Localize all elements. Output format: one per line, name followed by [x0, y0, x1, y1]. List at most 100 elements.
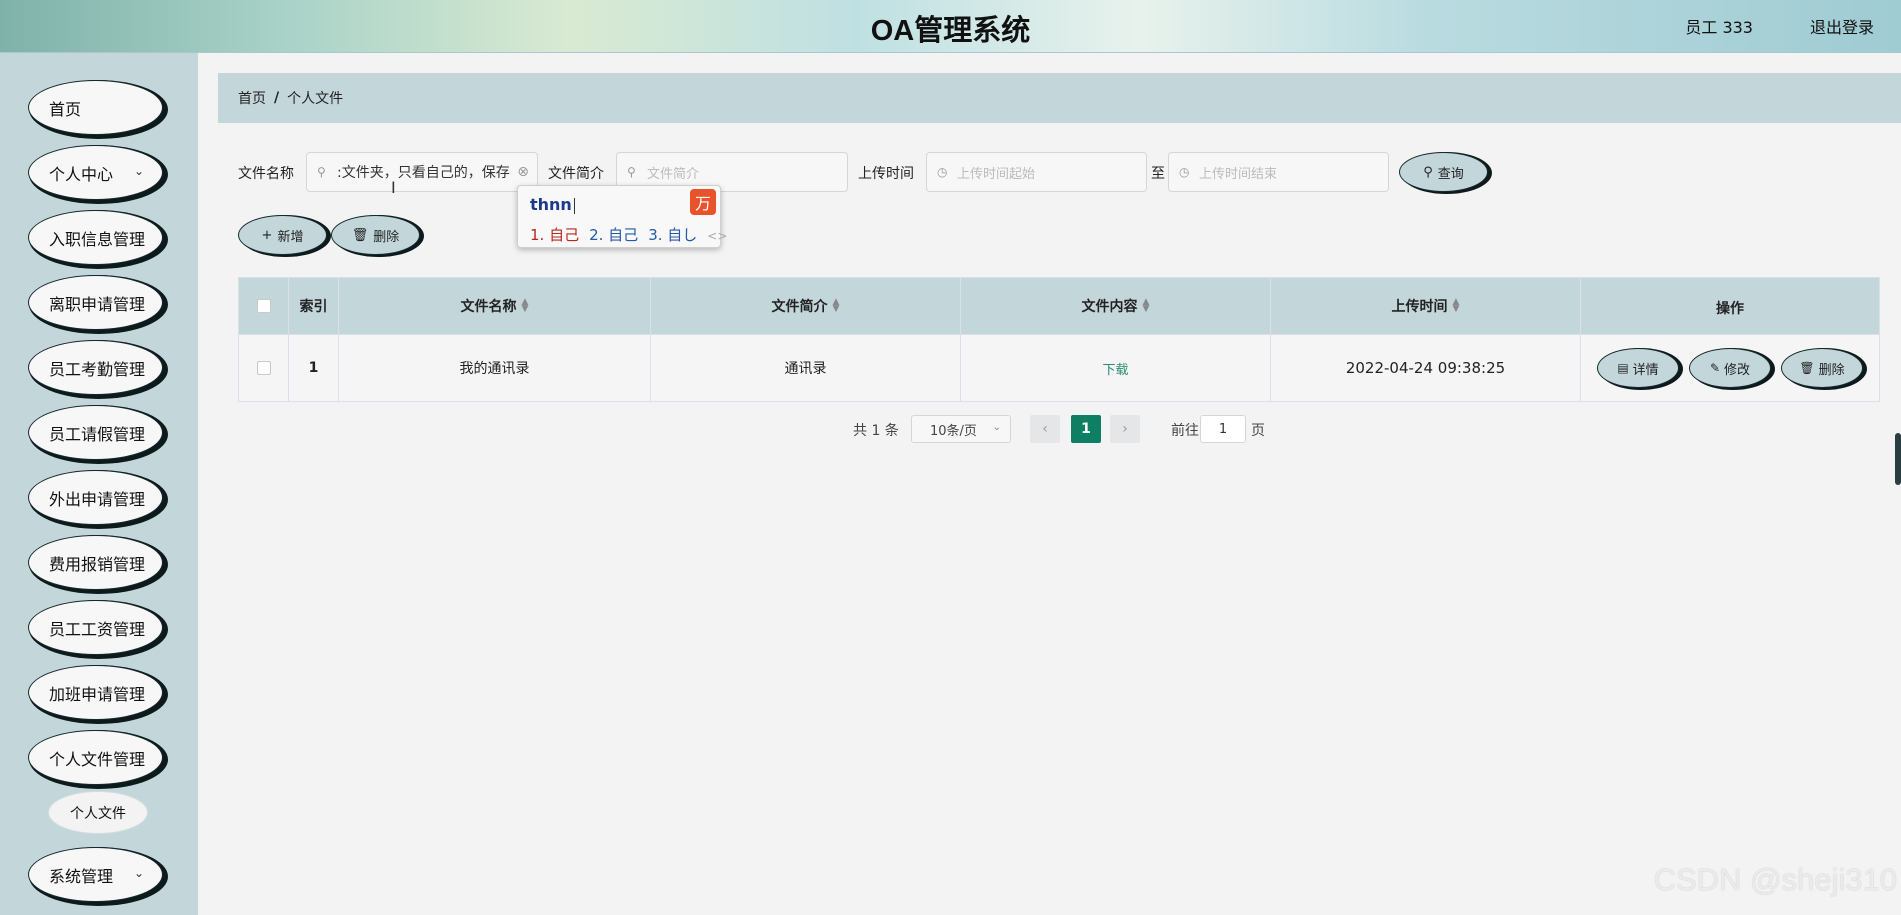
- next-page-button[interactable]: ›: [1110, 415, 1140, 443]
- col-header-label: 操作: [1716, 301, 1744, 317]
- table-header: 索引 文件名称 ▲ ▼ 文件简介 ▲ ▼ 文件内容 ▲ ▼ 上传时间 ▲ ▼ 操作: [239, 278, 1879, 334]
- file-name-label: 文件名称: [238, 166, 294, 182]
- sidebar-item-personal-center[interactable]: 个人中心 ⌄: [28, 145, 163, 200]
- edit-button[interactable]: ✎ 修改: [1689, 348, 1771, 388]
- row-delete-button[interactable]: 🗑 删除: [1781, 348, 1863, 388]
- sidebar-item-expense[interactable]: 费用报销管理: [28, 535, 163, 590]
- cell-actions: ▤ 详情 ✎ 修改 🗑 删除: [1581, 335, 1879, 401]
- clock-icon: ◷: [1179, 165, 1190, 179]
- sort-icon[interactable]: ▲ ▼: [522, 298, 529, 314]
- upload-time-end-placeholder: 上传时间结束: [1199, 166, 1278, 182]
- query-button[interactable]: ⚲ 查询: [1399, 152, 1488, 192]
- col-header-file-content[interactable]: 文件内容 ▲ ▼: [961, 278, 1271, 334]
- col-header-file-name[interactable]: 文件名称 ▲ ▼: [339, 278, 651, 334]
- cell-file-intro: 通讯录: [651, 335, 961, 401]
- detail-button[interactable]: ▤ 详情: [1597, 348, 1679, 388]
- page-word-label: 页: [1251, 423, 1265, 439]
- breadcrumb-current: 个人文件: [287, 91, 344, 107]
- col-header-label: 上传时间: [1391, 299, 1448, 315]
- row-checkbox[interactable]: [256, 361, 271, 375]
- col-header-file-intro[interactable]: 文件简介 ▲ ▼: [651, 278, 961, 334]
- row-delete-button-label: 删除: [1818, 362, 1845, 378]
- sidebar-item-outing[interactable]: 外出申请管理: [28, 470, 163, 525]
- clear-icon[interactable]: ⊗: [517, 164, 529, 180]
- sidebar-item-home[interactable]: 首页: [28, 80, 163, 135]
- file-name-input[interactable]: ⚲ :文件夹，只看自己的，保存 ⊗: [306, 152, 538, 192]
- row-select-cell: [239, 335, 289, 401]
- download-link[interactable]: 下载: [1102, 359, 1128, 378]
- app-title: OA管理系统: [870, 15, 1031, 47]
- sidebar-item-label: 个人文件管理: [49, 749, 146, 769]
- ime-candidate[interactable]: 1. 自己: [530, 226, 579, 244]
- breadcrumb-home[interactable]: 首页: [238, 88, 266, 108]
- upload-time-end-input[interactable]: ◷ 上传时间结束: [1168, 152, 1389, 192]
- current-user: 员工 333: [1685, 18, 1753, 37]
- chevron-down-icon: ⌄: [992, 422, 1001, 433]
- col-header-upload-time[interactable]: 上传时间 ▲ ▼: [1271, 278, 1581, 334]
- logout-link[interactable]: 退出登录: [1810, 14, 1874, 38]
- batch-delete-button[interactable]: 🗑 删除: [331, 215, 420, 255]
- sidebar-item-label: 系统管理: [49, 866, 114, 886]
- select-all-checkbox[interactable]: [256, 299, 271, 313]
- sidebar-subitem-personal-file[interactable]: 个人文件: [48, 791, 148, 834]
- edit-icon: ✎: [1709, 361, 1721, 375]
- file-intro-label: 文件简介: [548, 166, 604, 182]
- sidebar-item-label: 加班申请管理: [49, 684, 146, 704]
- files-table: 索引 文件名称 ▲ ▼ 文件简介 ▲ ▼ 文件内容 ▲ ▼ 上传时间 ▲ ▼ 操作 1 我的通讯…: [238, 277, 1880, 402]
- ime-composition: thnn: [530, 195, 575, 214]
- cell-upload-time: 2022-04-24 09:38:25: [1271, 335, 1581, 401]
- query-button-label: 查询: [1437, 166, 1464, 182]
- sidebar: 首页 个人中心 ⌄ 入职信息管理 离职申请管理 员工考勤管理 员工请假管理 外出申…: [0, 53, 198, 915]
- sidebar-item-overtime[interactable]: 加班申请管理: [28, 665, 163, 720]
- sort-icon[interactable]: ▲ ▼: [1143, 298, 1150, 314]
- text-cursor-icon: I: [391, 178, 396, 197]
- sidebar-item-personal-files[interactable]: 个人文件管理: [28, 730, 163, 785]
- page-size-select[interactable]: 10条/页 ⌄: [911, 415, 1011, 443]
- chevron-down-icon: ⌄: [133, 164, 144, 178]
- sidebar-item-onboarding[interactable]: 入职信息管理: [28, 210, 163, 265]
- col-header-label: 索引: [299, 299, 328, 315]
- detail-button-label: 详情: [1632, 362, 1659, 378]
- sort-icon[interactable]: ▲ ▼: [1453, 298, 1460, 314]
- file-intro-placeholder: 文件简介: [647, 166, 700, 182]
- cell-file-content: 下载: [961, 335, 1271, 401]
- current-page-button[interactable]: 1: [1071, 415, 1101, 443]
- cell-file-name: 我的通讯录: [339, 335, 651, 401]
- sidebar-item-salary[interactable]: 员工工资管理: [28, 600, 163, 655]
- upload-time-start-input[interactable]: ◷ 上传时间起始: [926, 152, 1147, 192]
- sidebar-item-label: 入职信息管理: [49, 229, 146, 249]
- watermark: CSDN @sheji310: [1653, 862, 1897, 897]
- col-header-label: 文件名称: [460, 299, 517, 315]
- prev-page-button[interactable]: ‹: [1030, 415, 1060, 443]
- top-header: OA管理系统 员工 333 退出登录: [0, 0, 1901, 53]
- scrollbar-handle[interactable]: [1895, 433, 1901, 485]
- clock-icon: ◷: [937, 165, 948, 179]
- pagination-total: 共 1 条: [853, 423, 899, 439]
- ime-candidate[interactable]: 3. 自し: [648, 226, 697, 244]
- search-icon: ⚲: [627, 165, 636, 179]
- table-row: 1 我的通讯录 通讯录 下载 2022-04-24 09:38:25 ▤ 详情 ✎…: [239, 334, 1879, 401]
- sidebar-item-system[interactable]: 系统管理 ⌄: [28, 847, 163, 902]
- goto-page-input[interactable]: 1: [1200, 415, 1246, 443]
- ime-candidate[interactable]: 2. 自己: [589, 226, 638, 244]
- sidebar-item-label: 离职申请管理: [49, 294, 146, 314]
- trash-icon: 🗑: [1799, 361, 1815, 375]
- ime-candidates: 1. 自己 2. 自己 3. 自し <>: [530, 224, 727, 245]
- goto-label: 前往: [1171, 423, 1199, 439]
- sidebar-item-label: 首页: [49, 99, 82, 119]
- delete-button-label: 删除: [373, 229, 400, 245]
- col-header-label: 文件内容: [1081, 299, 1138, 315]
- sidebar-item-label: 费用报销管理: [49, 554, 146, 574]
- breadcrumb: 首页 / 个人文件: [218, 73, 1901, 123]
- breadcrumb-separator: /: [274, 90, 280, 106]
- ime-candidate-popup: thnn 万 1. 自己 2. 自己 3. 自し <>: [517, 185, 727, 248]
- ime-page-arrows-icon[interactable]: <>: [707, 229, 727, 243]
- add-button[interactable]: + 新增: [238, 215, 327, 255]
- col-header-label: 文件简介: [771, 299, 828, 315]
- file-name-value: :文件夹，只看自己的，保存: [337, 165, 510, 181]
- sidebar-item-label: 个人中心: [49, 164, 114, 184]
- sort-icon[interactable]: ▲ ▼: [833, 298, 840, 314]
- sidebar-item-resignation[interactable]: 离职申请管理: [28, 275, 163, 330]
- sidebar-item-attendance[interactable]: 员工考勤管理: [28, 340, 163, 395]
- search-icon: ⚲: [317, 165, 326, 179]
